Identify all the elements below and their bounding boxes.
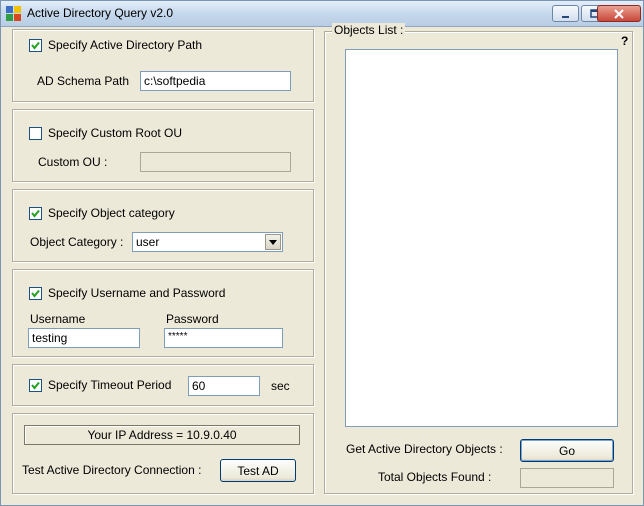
get-objects-label: Get Active Directory Objects :	[346, 442, 503, 456]
objects-list-title: Objects List :	[332, 23, 406, 37]
timeout-unit-label: sec	[271, 379, 290, 393]
chevron-down-icon[interactable]	[265, 234, 281, 250]
root-ou-checkbox-label: Specify Custom Root OU	[48, 126, 183, 140]
credentials-checkbox-label: Specify Username and Password	[48, 286, 226, 300]
object-category-value: user	[136, 235, 160, 249]
close-button[interactable]	[597, 5, 641, 22]
root-ou-group: Specify Custom Root OU Custom OU :	[12, 109, 314, 182]
credentials-checkbox[interactable]	[29, 286, 42, 300]
path-checkbox-label: Specify Active Directory Path	[48, 38, 203, 52]
help-icon[interactable]: ?	[621, 34, 628, 48]
test-ad-button[interactable]: Test AD	[220, 459, 296, 482]
credentials-group: Specify Username and Password Username t…	[12, 269, 314, 357]
minimize-icon	[561, 9, 571, 19]
root-ou-checkbox-row[interactable]: Specify Custom Root OU	[29, 126, 182, 140]
go-button[interactable]: Go	[520, 439, 614, 462]
category-group: Specify Object category Object Category …	[12, 189, 314, 262]
timeout-group: Specify Timeout Period 60 sec	[12, 364, 314, 406]
path-checkbox-row[interactable]: Specify Active Directory Path	[29, 38, 202, 52]
path-checkbox[interactable]	[29, 38, 42, 52]
app-window: Active Directory Query v2.0 Specify Acti…	[0, 0, 644, 506]
timeout-checkbox-label: Specify Timeout Period	[48, 378, 172, 392]
object-category-label: Object Category :	[30, 235, 124, 249]
password-input[interactable]: *****	[164, 328, 283, 348]
timeout-input[interactable]: 60	[188, 376, 260, 396]
timeout-checkbox[interactable]	[29, 378, 42, 392]
category-checkbox-row[interactable]: Specify Object category	[29, 206, 175, 220]
credentials-checkbox-row[interactable]: Specify Username and Password	[29, 286, 225, 300]
app-icon	[6, 6, 21, 21]
category-checkbox[interactable]	[29, 206, 42, 220]
custom-ou-input[interactable]	[140, 152, 291, 172]
object-category-select[interactable]: user	[132, 232, 283, 252]
checkmark-icon	[31, 381, 40, 390]
minimize-button[interactable]	[552, 5, 579, 22]
checkmark-icon	[31, 41, 40, 50]
window-title: Active Directory Query v2.0	[27, 6, 174, 20]
connection-group: Your IP Address = 10.9.0.40 Test Active …	[12, 413, 314, 494]
checkmark-icon	[31, 289, 40, 298]
custom-ou-label: Custom OU :	[38, 155, 108, 169]
objects-listbox[interactable]	[345, 49, 618, 427]
path-group: Specify Active Directory Path AD Schema …	[12, 29, 314, 102]
password-label: Password	[166, 312, 219, 326]
timeout-checkbox-row[interactable]: Specify Timeout Period	[29, 378, 171, 392]
username-label: Username	[30, 312, 86, 326]
checkmark-icon	[31, 209, 40, 218]
schema-path-input[interactable]: c:\softpedia	[140, 71, 291, 91]
ip-address-display: Your IP Address = 10.9.0.40	[24, 425, 300, 445]
schema-path-label: AD Schema Path	[37, 74, 130, 88]
total-objects-field	[520, 468, 614, 488]
close-icon	[614, 8, 624, 19]
root-ou-checkbox[interactable]	[29, 126, 42, 140]
test-connection-label: Test Active Directory Connection :	[22, 463, 202, 477]
category-checkbox-label: Specify Object category	[48, 206, 175, 220]
username-input[interactable]: testing	[28, 328, 140, 348]
title-bar[interactable]: Active Directory Query v2.0	[1, 1, 643, 27]
total-objects-label: Total Objects Found :	[378, 470, 492, 484]
